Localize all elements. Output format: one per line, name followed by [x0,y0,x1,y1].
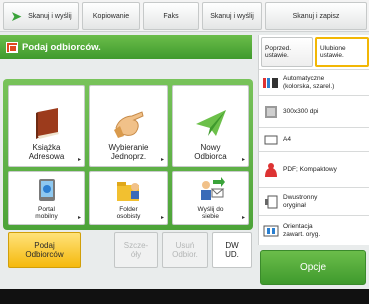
coded-dial-label: Wybieranie Jednoprz. [108,143,149,161]
chevron-icon: ▸ [77,215,81,221]
mobile-portal-label: Portal mobilny [35,206,58,220]
color-setting-value: Automatyczne (kolorska, szarel.) [283,75,335,90]
personal-folder-icon [116,182,139,201]
mobile-portal-button[interactable]: Portal mobilny ▸ [8,171,85,225]
chevron-icon: ▸ [77,157,81,163]
paper-plane-icon [195,110,226,136]
paper-size-setting-row[interactable]: A4 [259,127,369,151]
tab-scan-and-send-2[interactable]: Skanuj i wyślij [202,2,262,30]
chevron-icon: ▸ [160,157,164,163]
details-button[interactable]: Szcze- óły [114,232,158,268]
settings-panel: Poprzed. ustawie. Ulubione ustawie. Auto… [258,35,369,245]
tab-scan-and-store[interactable]: Skanuj i zapisz [265,2,367,30]
file-format-setting-row[interactable]: PDF; Kompaktowy [259,151,369,187]
send-to-myself-icon [200,177,225,200]
file-format-value: PDF; Kompaktowy [283,165,337,173]
orientation-icon [259,225,283,237]
top-tab-bar: ➤ Skanuj i wyślij Kopiowanie Faks Skanuj… [0,0,369,32]
tab-fax[interactable]: Faks [143,2,199,30]
coded-dial-button[interactable]: Wybieranie Jednoprz. ▸ [89,85,168,167]
specify-recipients-tab[interactable]: Podaj Odbiorców [8,232,81,268]
options-button[interactable]: Opcje [260,250,366,285]
resolution-setting-row[interactable]: 300x300 dpi [259,95,369,127]
personal-folder-button[interactable]: Folder osobisty ▸ [89,171,168,225]
send-to-myself-button[interactable]: Wyślij do siebie ▸ [172,171,249,225]
duplex-icon [259,195,283,209]
tab-copy[interactable]: Kopiowanie [82,2,140,30]
chevron-icon: ▸ [241,157,245,163]
resolution-value: 300x300 dpi [283,107,319,115]
new-recipient-label: Nowy Odbiorca [194,143,227,161]
address-book-icon [35,108,59,139]
orientation-value: Orientacja zawart. oryg. [283,223,321,238]
color-mode-icon [259,77,283,89]
paper-size-value: A4 [283,135,291,143]
address-book-label: Książka Adresowa [28,143,65,161]
delete-recipient-button[interactable]: Usuń Odbior. [162,232,208,268]
page-title: Podaj odbiorców. [22,41,101,53]
previous-settings-button[interactable]: Poprzed. ustawie. [261,37,313,67]
recipient-icon [6,41,18,53]
mobile-device-icon [38,179,55,201]
page-header: Podaj odbiorców. [0,35,252,59]
new-recipient-button[interactable]: Nowy Odbiorca ▸ [172,85,249,167]
paper-size-icon [259,135,283,145]
resolution-icon [259,105,283,119]
address-book-button[interactable]: Książka Adresowa ▸ [8,85,85,167]
pointing-hand-icon [113,111,144,138]
cc-bcc-button[interactable]: DW UD. [212,232,252,268]
color-setting-row[interactable]: Automatyczne (kolorska, szarel.) [259,69,369,95]
tab-scan-and-send[interactable]: ➤ Skanuj i wyślij [3,2,79,30]
pdf-icon [259,162,283,178]
personal-folder-label: Folder osobisty [116,206,141,220]
duplex-setting-row[interactable]: Dwustronny oryginał [259,187,369,215]
chevron-icon: ▸ [241,215,245,221]
screen: ➤ Skanuj i wyślij Kopiowanie Faks Skanuj… [0,0,369,304]
chevron-icon: ▸ [160,215,164,221]
status-bar [0,289,369,304]
orientation-setting-row[interactable]: Orientacja zawart. oryg. [259,215,369,245]
send-to-myself-label: Wyślij do siebie [197,206,224,220]
duplex-value: Dwustronny oryginał [283,194,318,209]
recipient-selection-panel: Książka Adresowa ▸ Wybieranie Jednoprz. … [3,79,253,230]
send-arrow-icon: ➤ [10,8,23,24]
favorite-settings-button[interactable]: Ulubione ustawie. [315,37,369,67]
